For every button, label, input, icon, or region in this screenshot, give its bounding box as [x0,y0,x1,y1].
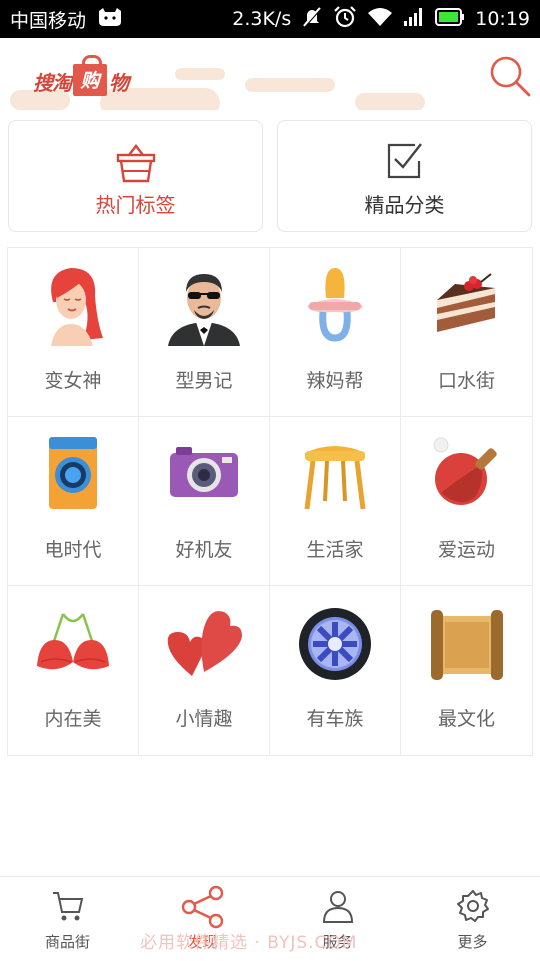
cat-notification-icon [96,7,124,32]
nav-label: 服务 [322,933,353,951]
category-item[interactable]: 电时代 [8,417,139,586]
nav-item-shop[interactable]: 商品街 [0,877,135,961]
wifi-icon [367,7,393,32]
category-label: 电时代 [44,539,102,561]
woman-icon [31,262,115,346]
network-speed: 2.3K/s [232,8,292,30]
app-logo: 搜淘 购 物 [33,55,129,96]
search-button[interactable] [488,54,532,98]
status-bar: 中国移动 2.3K/s 10:19 [0,0,540,38]
category-label: 小情趣 [175,708,233,730]
logo-text-left: 搜淘 [33,71,72,95]
category-label: 型男记 [175,370,233,392]
hot-tags-card[interactable]: 热门标签 [8,120,263,232]
category-label: 辣妈帮 [306,370,364,392]
bra-icon [31,600,115,684]
battery-icon [435,7,465,32]
nav-item-more[interactable]: 更多 [405,877,540,961]
category-item[interactable]: 小情趣 [139,586,270,755]
category-label: 最文化 [437,708,495,730]
categories-card[interactable]: 精品分类 [277,120,532,232]
category-label: 口水街 [437,370,495,392]
category-item[interactable]: 变女神 [8,248,139,417]
signal-icon [403,7,425,32]
logo-bag: 购 [73,55,107,96]
category-label: 好机友 [175,539,233,561]
category-item[interactable]: 有车族 [270,586,401,755]
carrier-label: 中国移动 [10,9,87,32]
logo-text-right: 物 [109,71,129,95]
cloud-decoration [245,78,335,92]
mute-icon [301,6,323,33]
stool-icon [293,431,377,515]
category-item[interactable]: 生活家 [270,417,401,586]
scroll-icon [425,600,509,684]
search-icon [490,56,531,97]
category-item[interactable]: 辣妈帮 [270,248,401,417]
cake-icon [425,262,509,346]
person-icon [321,889,355,927]
hot-tags-label: 热门标签 [95,193,176,217]
nav-label: 更多 [457,933,488,951]
category-item[interactable]: 内在美 [8,586,139,755]
camera-icon [162,431,246,515]
tire-icon [293,600,377,684]
gear-icon [456,889,490,927]
category-label: 生活家 [306,539,364,561]
cart-icon [51,889,85,927]
category-label: 内在美 [44,708,102,730]
nav-label: 发现 [187,933,218,951]
alarm-icon [333,5,357,33]
cloud-decoration [355,93,425,110]
category-grid: 变女神 型男记 辣妈帮 口水街 电时代 好机友 生活家 爱运动 内在美 小情趣 … [7,247,533,756]
basket-icon [114,141,158,189]
category-item[interactable]: 好机友 [139,417,270,586]
category-item[interactable]: 最文化 [401,586,532,755]
category-item[interactable]: 口水街 [401,248,532,417]
clock: 10:19 [475,8,530,30]
hearts-icon [162,600,246,684]
cloud-decoration [175,68,225,80]
share-icon [180,885,226,933]
bottom-nav: 商品街 发现 服务 更多 [0,876,540,961]
nav-item-service[interactable]: 服务 [270,877,405,961]
category-label: 爱运动 [437,539,495,561]
category-item[interactable]: 型男记 [139,248,270,417]
washing-machine-icon [31,431,115,515]
category-label: 变女神 [44,370,102,392]
nav-item-discover[interactable]: 发现 [135,877,270,961]
pacifier-icon [293,262,377,346]
ping-pong-icon [425,431,509,515]
categories-label: 精品分类 [364,193,445,217]
man-icon [162,262,246,346]
category-label: 有车族 [306,708,364,730]
checkbox-icon [385,141,425,185]
app-header: 搜淘 购 物 [0,38,540,110]
nav-label: 商品街 [44,933,90,951]
category-item[interactable]: 爱运动 [401,417,532,586]
